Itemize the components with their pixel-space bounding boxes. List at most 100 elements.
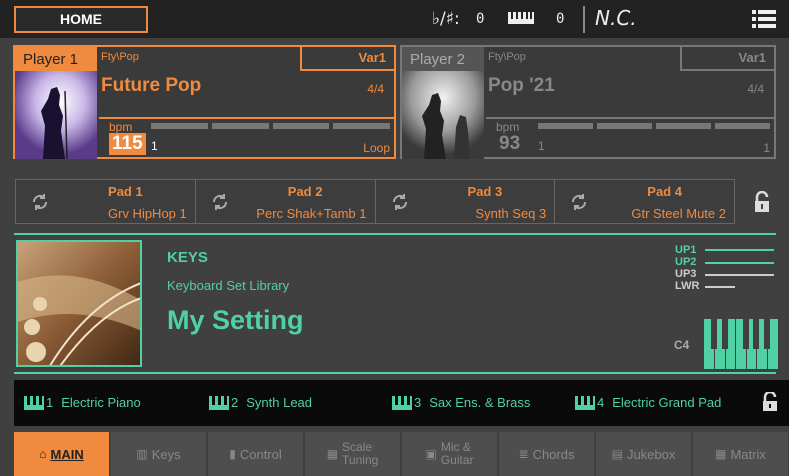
player-1-divider <box>99 117 394 119</box>
keyboard-set-4[interactable]: 4 Electric Grand Pad <box>575 395 721 410</box>
matrix-icon: ▦ <box>715 446 727 461</box>
tab-scale-tuning[interactable]: ▦ Scale Tuning <box>305 432 400 476</box>
transpose-value[interactable]: 0 <box>556 11 564 27</box>
pad-3[interactable]: Pad 3 Synth Seq 3 <box>375 180 556 223</box>
chord-display: N.C. <box>583 6 637 33</box>
layer-up1-label[interactable]: UP1 <box>675 244 696 256</box>
layer-lwr-label[interactable]: LWR <box>675 280 699 292</box>
keyboard-set-1-name: Electric Piano <box>61 395 141 410</box>
player-2-variation[interactable]: Var1 <box>680 47 774 71</box>
player-1-variation[interactable]: Var1 <box>300 47 394 71</box>
player-2-meter: 4/4 <box>747 82 764 96</box>
keys-icon: ▥ <box>136 446 148 461</box>
layer-up2-bar <box>705 262 774 264</box>
jukebox-icon: ▤ <box>611 446 623 461</box>
keyboard-set-image[interactable] <box>16 240 142 367</box>
player-2-mode[interactable]: 1 <box>763 141 770 155</box>
tab-chords[interactable]: ≣ Chords <box>499 432 594 476</box>
layer-lwr-bar <box>705 286 735 288</box>
accidental-value[interactable]: 0 <box>476 11 484 27</box>
pad-1[interactable]: Pad 1 Grv HipHop 1 <box>16 180 196 223</box>
player-1-panel[interactable]: Player 1 Fty\Pop Var1 Future Pop 4/4 bpm… <box>13 45 396 159</box>
keyboard-set-4-name: Electric Grand Pad <box>612 395 722 410</box>
accidental-label[interactable]: ♭/♯: <box>432 9 460 29</box>
player-2-progress-bars <box>538 123 770 129</box>
player-1-category: Fty\Pop <box>101 51 139 63</box>
pad-3-label: Pad 3 <box>467 184 503 199</box>
keyboard-icon[interactable] <box>704 319 778 369</box>
player-2-bpm-label: bpm <box>496 120 520 134</box>
tab-control-label: Control <box>239 446 282 462</box>
tab-control[interactable]: ▮ Control <box>208 432 303 476</box>
bottom-tabs: ⌂ MAIN ▥ Keys ▮ Control ▦ Scale Tuning ▣ … <box>14 432 789 476</box>
keyboard-set-3-name: Sax Ens. & Brass <box>429 395 531 410</box>
player-1-image <box>15 71 97 159</box>
player-1-tag[interactable]: Player 1 <box>15 47 97 71</box>
keyboard-transpose-icon[interactable] <box>508 12 534 24</box>
tab-jukebox[interactable]: ▤ Jukebox <box>596 432 691 476</box>
keyboard-set-1[interactable]: 1 Electric Piano <box>24 395 141 410</box>
tab-mic-guitar[interactable]: ▣ Mic & Guitar <box>402 432 497 476</box>
player-1-meter: 4/4 <box>367 82 384 96</box>
pads-row: Pad 1 Grv HipHop 1 Pad 2 Perc Shak+Tamb … <box>15 179 735 224</box>
layer-up3-bar <box>705 274 774 276</box>
layer-up3-label[interactable]: UP3 <box>675 268 696 280</box>
tab-jukebox-label: Jukebox <box>626 446 676 462</box>
keyboard-set-1-num: 1 <box>46 395 54 410</box>
octave-label: C4 <box>674 338 690 352</box>
player-1-beat: 1 <box>151 139 158 153</box>
layer-up1-bar <box>705 249 774 251</box>
player-1-tempo[interactable]: 115 <box>109 133 146 155</box>
mic-icon: ▣ <box>425 446 437 461</box>
pad-2-sound: Perc Shak+Tamb 1 <box>256 206 367 221</box>
pad-4-sound: Gtr Steel Mute 2 <box>631 206 726 221</box>
player-2-category: Fty\Pop <box>488 51 526 63</box>
player-1-progress-bars <box>151 123 390 129</box>
keyboard-set-2-name: Synth Lead <box>246 395 313 410</box>
layer-up2-label[interactable]: UP2 <box>675 256 696 268</box>
pad-4-label: Pad 4 <box>647 184 682 199</box>
player-2-divider <box>486 117 774 119</box>
keyboard-sets-bar: 1 Electric Piano 2 Synth Lead 3 Sax Ens.… <box>14 380 789 426</box>
player-2-tempo[interactable]: 93 <box>496 133 523 155</box>
tab-mic-guitar-label: Mic & Guitar <box>440 440 474 467</box>
keyboard-set-4-num: 4 <box>597 395 605 410</box>
chords-icon: ≣ <box>518 446 529 461</box>
tab-scale-tuning-label: Scale Tuning <box>342 440 379 467</box>
home-button[interactable]: HOME <box>14 6 148 33</box>
keyboard-set-2-num: 2 <box>231 395 239 410</box>
lock-open-icon[interactable] <box>762 392 778 412</box>
keyboard-set-library[interactable]: Keyboard Set Library <box>167 278 289 293</box>
keys-bottom-divider <box>14 372 776 374</box>
keyboard-icon <box>392 395 412 410</box>
player-1-mode[interactable]: Loop <box>363 141 390 155</box>
control-icon: ▮ <box>229 446 236 461</box>
player-1-bpm-label: bpm <box>109 120 133 134</box>
keyboard-set-3[interactable]: 3 Sax Ens. & Brass <box>392 395 530 410</box>
player-2-song-name[interactable]: Pop '21 <box>488 75 555 97</box>
tab-main-label: MAIN <box>50 446 84 462</box>
keys-top-divider <box>14 233 776 235</box>
player-1-song-name[interactable]: Future Pop <box>101 75 201 97</box>
pad-3-sound: Synth Seq 3 <box>475 206 547 221</box>
pad-2-label: Pad 2 <box>287 184 323 199</box>
tab-matrix[interactable]: ▦ Matrix <box>693 432 788 476</box>
pad-1-sound: Grv HipHop 1 <box>108 206 187 221</box>
keyboard-icon <box>24 395 44 410</box>
tab-main[interactable]: ⌂ MAIN <box>14 432 109 476</box>
player-2-tag[interactable]: Player 2 <box>402 47 484 71</box>
pad-4[interactable]: Pad 4 Gtr Steel Mute 2 <box>555 180 734 223</box>
lock-open-icon[interactable] <box>753 191 771 213</box>
keyboard-set-2[interactable]: 2 Synth Lead <box>209 395 312 410</box>
keyboard-icon <box>575 395 595 410</box>
menu-icon[interactable] <box>752 10 776 28</box>
scale-icon: ▦ <box>326 446 339 461</box>
keyboard-set-name[interactable]: My Setting <box>167 305 304 336</box>
pad-2[interactable]: Pad 2 Perc Shak+Tamb 1 <box>195 180 376 223</box>
tab-matrix-label: Matrix <box>730 446 766 462</box>
keyboard-icon <box>209 395 229 410</box>
keyboard-set-3-num: 3 <box>414 395 422 410</box>
player-2-image <box>402 71 484 159</box>
tab-keys[interactable]: ▥ Keys <box>111 432 206 476</box>
player-2-panel[interactable]: Player 2 Fty\Pop Var1 Pop '21 4/4 bpm 93… <box>400 45 776 159</box>
